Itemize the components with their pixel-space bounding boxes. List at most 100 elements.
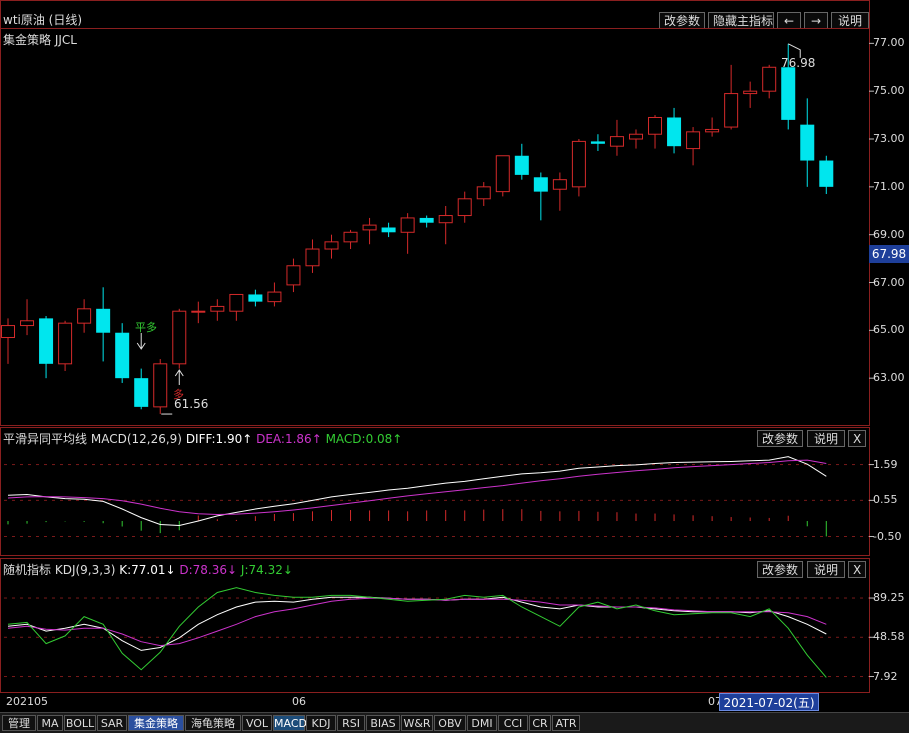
up-arrow-icon xyxy=(174,369,184,385)
y-tick-label: 65.00 xyxy=(873,323,905,337)
candle-body xyxy=(590,141,605,144)
tab--[interactable]: 集金策略 xyxy=(128,715,184,731)
kdj-help-button[interactable]: 说明 xyxy=(807,561,845,578)
y-tick-label: 63.00 xyxy=(873,371,905,385)
y-tick-label: 67.00 xyxy=(873,275,905,289)
candle-body xyxy=(115,332,130,379)
tab-sar[interactable]: SAR xyxy=(97,715,127,731)
series-line-k xyxy=(7,596,827,651)
candle-body xyxy=(476,186,491,200)
candle-body xyxy=(400,217,415,233)
candle-body xyxy=(362,224,377,231)
candle-body xyxy=(210,305,225,312)
current-price-badge: 67.98 xyxy=(869,245,909,263)
candle-body xyxy=(743,90,758,95)
kdj-j-value: J:74.32↓ xyxy=(240,563,293,577)
macd-pane[interactable]: 平滑异同平均线 MACD(12,26,9) DIFF:1.90↑ DEA:1.8… xyxy=(0,427,909,556)
pane-frame xyxy=(0,558,870,693)
kdj-close-icon[interactable]: X xyxy=(848,561,866,578)
tab-cci[interactable]: CCI xyxy=(498,715,528,731)
tab-ma[interactable]: MA xyxy=(37,715,63,731)
candle-body xyxy=(514,155,529,175)
candlestick-chart[interactable] xyxy=(0,0,909,426)
macd-dea-value: DEA:1.86↑ xyxy=(256,432,322,446)
kdj-edit-params-button[interactable]: 改参数 xyxy=(757,561,803,578)
main-pane[interactable]: wti原油 (日线) 集金策略 JJCL 改参数 隐藏主指标 ← → 说明 77… xyxy=(0,0,909,426)
macd-params: MACD(12,26,9) xyxy=(90,432,182,446)
series-line-diff xyxy=(7,456,827,527)
indicator-tab-bar: 管理 MA BOLL SAR 集金策略 海龟策略 VOL MACD KDJ RSI BIAS W&R O… xyxy=(0,712,909,733)
tab-dmi[interactable]: DMI xyxy=(467,715,497,731)
tab-vol[interactable]: VOL xyxy=(242,715,272,731)
candle-body xyxy=(191,310,206,313)
candle-body xyxy=(457,198,472,217)
candle-body xyxy=(648,116,663,135)
macd-macd-value: MACD:0.08↑ xyxy=(325,432,403,446)
kdj-name: 随机指标 xyxy=(3,563,52,577)
x-label-jun: 06 xyxy=(292,695,306,708)
candle-body xyxy=(533,177,548,192)
y-tick-label: 73.00 xyxy=(873,132,905,145)
macd-title: 平滑异同平均线 MACD(12,26,9) DIFF:1.90↑ DEA:1.8… xyxy=(3,430,402,447)
candle-body xyxy=(705,128,720,133)
tab-obv[interactable]: OBV xyxy=(434,715,466,731)
candle-body xyxy=(305,248,320,267)
candle-body xyxy=(172,310,187,365)
candle-body xyxy=(229,293,244,312)
candle-body xyxy=(571,140,586,188)
y-tick-label: 89.25 xyxy=(873,591,905,605)
candle-body xyxy=(800,124,815,161)
macd-edit-params-button[interactable]: 改参数 xyxy=(757,430,803,447)
tab--[interactable]: 管理 xyxy=(2,715,36,731)
pane-frame xyxy=(0,0,870,426)
candle-body xyxy=(58,322,73,365)
tab-bias[interactable]: BIAS xyxy=(366,715,400,731)
kdj-pane[interactable]: 随机指标 KDJ(9,3,3) K:77.01↓ D:78.36↓ J:74.3… xyxy=(0,558,909,693)
y-tick-label: 71.00 xyxy=(873,179,905,193)
candle-body xyxy=(552,179,567,190)
candle-body xyxy=(324,241,339,250)
long-signal: 多 xyxy=(173,388,184,401)
candle-body xyxy=(419,217,434,223)
y-tick-label: 7.92 xyxy=(873,669,898,683)
candle-body xyxy=(153,363,168,408)
close-long-signal: 平多 xyxy=(135,321,157,334)
candle-body xyxy=(20,320,35,327)
y-tick-label: 77.00 xyxy=(873,36,905,50)
tab-kdj[interactable]: KDJ xyxy=(306,715,336,731)
macd-close-icon[interactable]: X xyxy=(848,430,866,447)
tab-w-r[interactable]: W&R xyxy=(401,715,433,731)
y-tick-label: 69.00 xyxy=(873,227,905,241)
candle-body xyxy=(609,136,624,147)
series-line-d xyxy=(7,597,827,647)
candle-body xyxy=(286,265,301,286)
tab--[interactable]: 海龟策略 xyxy=(185,715,241,731)
tab-atr[interactable]: ATR xyxy=(552,715,580,731)
high-price-label: 76.98 xyxy=(781,56,816,70)
tab-cr[interactable]: CR xyxy=(529,715,551,731)
candle-body xyxy=(686,131,701,150)
macd-diff-value: DIFF:1.90↑ xyxy=(185,432,253,446)
candle-body xyxy=(628,133,643,140)
y-tick-label: 48.58 xyxy=(873,630,905,644)
y-tick-label: 1.59 xyxy=(873,457,898,471)
candle-body xyxy=(248,294,263,302)
tab-macd[interactable]: MACD xyxy=(273,715,307,731)
x-label-may: 202105 xyxy=(6,695,48,708)
candle-body xyxy=(1,325,15,339)
down-arrow-icon xyxy=(136,333,146,350)
candle-body xyxy=(381,227,396,233)
kdj-d-value: D:78.36↓ xyxy=(179,563,238,577)
candle-body xyxy=(495,155,510,193)
candle-body xyxy=(267,291,282,303)
candle-body xyxy=(667,117,682,147)
candle-body xyxy=(134,378,149,407)
series-line-j xyxy=(7,587,827,678)
y-tick-label: 0.55 xyxy=(873,493,898,507)
tab-boll[interactable]: BOLL xyxy=(64,715,96,731)
kdj-title: 随机指标 KDJ(9,3,3) K:77.01↓ D:78.36↓ J:74.3… xyxy=(3,561,293,578)
macd-name: 平滑异同平均线 xyxy=(3,432,88,446)
selected-date-badge: 2021-07-02(五) xyxy=(719,693,819,711)
macd-help-button[interactable]: 说明 xyxy=(807,430,845,447)
tab-rsi[interactable]: RSI xyxy=(337,715,365,731)
